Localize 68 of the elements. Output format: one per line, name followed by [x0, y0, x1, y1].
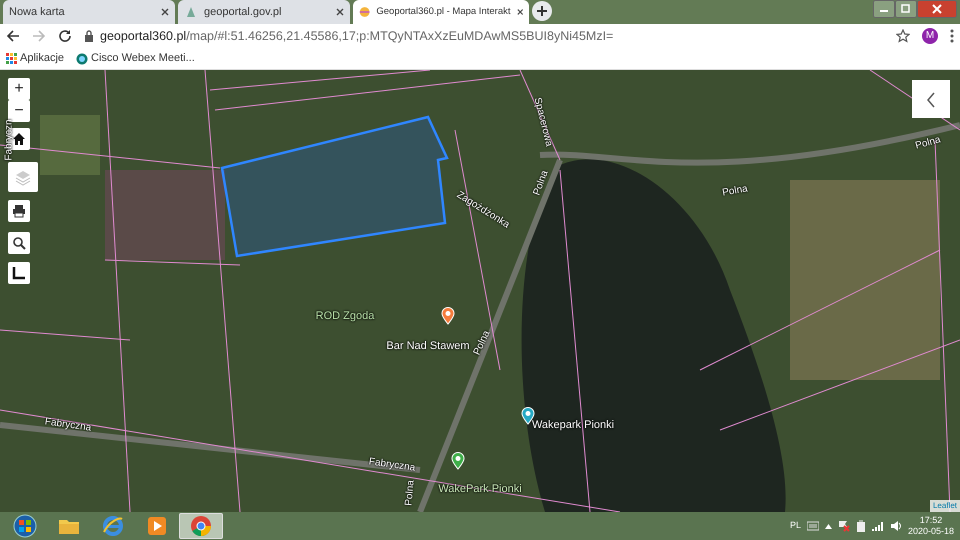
tab-title: Nowa karta: [9, 4, 66, 20]
browser-tab[interactable]: geoportal.gov.pl: [178, 0, 350, 24]
bookmark-link[interactable]: Cisco Webex Meeti...: [76, 50, 195, 67]
menu-icon[interactable]: [950, 29, 954, 43]
clock-time[interactable]: 17:52: [908, 515, 954, 526]
field-area: [40, 115, 100, 175]
reload-icon[interactable]: [58, 29, 72, 43]
keyboard-icon[interactable]: [806, 521, 819, 531]
globe-e-icon: [101, 514, 125, 538]
map-pin-icon[interactable]: [451, 452, 465, 470]
back-arrow-icon[interactable]: [6, 29, 20, 43]
start-button: [13, 514, 37, 538]
tab-favicon-icon: [359, 5, 370, 19]
tab-title: geoportal.gov.pl: [204, 4, 282, 20]
printer-icon: [12, 204, 26, 218]
star-icon[interactable]: [896, 29, 910, 43]
new-tab-icon[interactable]: [532, 1, 552, 21]
search-button[interactable]: [8, 232, 30, 254]
apps-grid-icon: [6, 53, 17, 64]
ruler-corner-icon: [12, 266, 26, 280]
play-icon: [145, 514, 169, 538]
clock-date[interactable]: 2020-05-18: [908, 526, 954, 537]
tab-favicon-icon: [184, 5, 198, 19]
close-icon[interactable]: [161, 8, 169, 16]
chrome-logo-icon: [189, 514, 213, 538]
profile-avatar[interactable]: M: [922, 28, 938, 44]
url-text: geoportal360.pl/map/#l:51.46256,21.45586,17;p:MTQyNTAxXzEuMDAwMS5BUI8yNi45MzI=: [100, 28, 614, 45]
search-icon: [12, 236, 26, 250]
street-label: Polna: [721, 182, 749, 201]
tab-title: Geoportal360.pl - Mapa Interakt: [376, 4, 510, 19]
caret-up-icon[interactable]: [824, 524, 832, 528]
print-button[interactable]: [8, 200, 30, 222]
restore-icon[interactable]: [895, 0, 917, 18]
browser-tab[interactable]: Geoportal360.pl - Mapa Interakt: [353, 0, 529, 24]
taskbar-app-button[interactable]: [179, 513, 223, 539]
attribution-link[interactable]: Leaflet: [930, 500, 960, 512]
place-label: ROD Zgoda: [316, 308, 374, 324]
power-plug-icon[interactable]: [856, 520, 866, 532]
speaker-icon[interactable]: [890, 520, 902, 532]
layers-icon: [15, 168, 31, 186]
bookmark-link[interactable]: Aplikacje: [6, 50, 64, 67]
street-label: Fabryczna: [44, 415, 92, 436]
place-label: WakePark Pionki: [438, 482, 522, 497]
panel-toggle-button[interactable]: [912, 80, 950, 118]
map-pin-icon[interactable]: [441, 307, 455, 325]
street-label: Polna: [530, 168, 552, 198]
street-label: Fabryczna: [368, 455, 416, 476]
minimize-icon[interactable]: [873, 0, 895, 18]
measure-button[interactable]: [8, 262, 30, 284]
lock-icon: [84, 30, 94, 42]
chevron-left-icon: [926, 92, 936, 108]
street-label: Polna: [402, 480, 418, 506]
zoom-in-button[interactable]: +: [8, 78, 30, 100]
close-icon[interactable]: [336, 8, 344, 16]
flag-icon[interactable]: [838, 520, 850, 532]
browser-tab[interactable]: Nowa karta: [3, 0, 175, 24]
signal-bars-icon[interactable]: [872, 521, 884, 531]
place-label: Wakepark Pionki: [532, 418, 614, 433]
language-indicator[interactable]: PL: [790, 519, 801, 533]
selected-parcel-polygon[interactable]: [220, 116, 449, 258]
street-label: Fabryczn: [2, 119, 16, 161]
close-icon[interactable]: [516, 8, 523, 16]
street-label: Polna: [914, 133, 942, 154]
street-label: Polna: [470, 328, 494, 358]
close-icon[interactable]: [917, 0, 957, 18]
circle-logo-icon: [76, 52, 88, 64]
place-label: Bar Nad Stawem: [386, 338, 470, 354]
address-bar[interactable]: geoportal360.pl/map/#l:51.46256,21.45586,17;p:MTQyNTAxXzEuMDAwMS5BUI8yNi45MzI=: [84, 26, 884, 46]
